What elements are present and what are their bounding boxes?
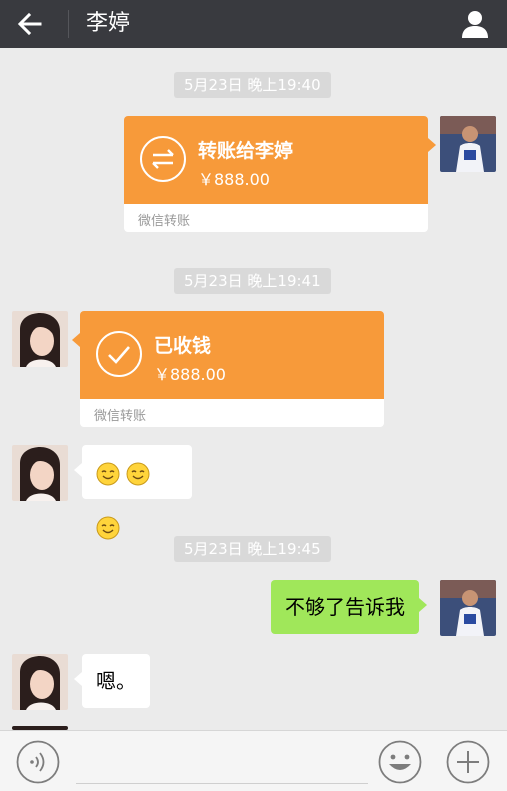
message-input[interactable] (76, 743, 368, 784)
header-divider (68, 10, 69, 38)
check-icon (96, 331, 142, 377)
transfer-card-body: 转账给李婷 ￥888.00 (124, 116, 428, 204)
transfer-card-received[interactable]: 已收钱 ￥888.00 微信转账 (72, 311, 384, 427)
avatar-contact[interactable] (12, 445, 68, 501)
transfer-title: 转账给李婷 (198, 140, 294, 162)
emoji-message-bubble[interactable] (74, 445, 192, 539)
smile-emoji-icon (96, 516, 120, 539)
transfer-amount: ￥888.00 (198, 170, 270, 189)
avatar-self[interactable] (440, 116, 496, 172)
user-icon[interactable] (459, 8, 491, 40)
transfer-amount: ￥888.00 (154, 365, 226, 384)
avatar-contact[interactable] (12, 654, 68, 710)
timestamp: 5月23日 晚上19:45 (174, 536, 331, 562)
smile-emoji-icon (96, 462, 120, 485)
chat-title: 李婷 (86, 11, 131, 36)
avatar-self[interactable] (440, 580, 496, 636)
transfer-footer: 微信转账 (138, 214, 191, 229)
text-message-sent[interactable]: 不够了告诉我 (271, 580, 427, 634)
text-message-received[interactable]: 嗯。 (74, 654, 150, 708)
chat-header: 李婷 (0, 0, 507, 48)
voice-icon[interactable] (16, 740, 60, 784)
plus-icon[interactable] (446, 740, 490, 784)
avatar-contact[interactable] (12, 311, 68, 367)
transfer-card-sent[interactable]: 转账给李婷 ￥888.00 微信转账 (124, 116, 436, 232)
smile-emoji-icon (126, 462, 150, 485)
transfer-arrows-icon (140, 136, 186, 182)
timestamp: 5月23日 晚上19:41 (174, 268, 331, 294)
arrow-left-icon[interactable] (14, 8, 46, 40)
transfer-footer: 微信转账 (94, 409, 147, 424)
chat-messages[interactable]: 5月23日 晚上19:40 转账给李婷 ￥888.00 微信转账 5月23日 晚… (0, 48, 507, 730)
emoji-icon[interactable] (378, 740, 422, 784)
timestamp: 5月23日 晚上19:40 (174, 72, 331, 98)
transfer-card-body: 已收钱 ￥888.00 (80, 311, 384, 399)
input-bar (0, 730, 507, 791)
transfer-title: 已收钱 (154, 335, 212, 357)
